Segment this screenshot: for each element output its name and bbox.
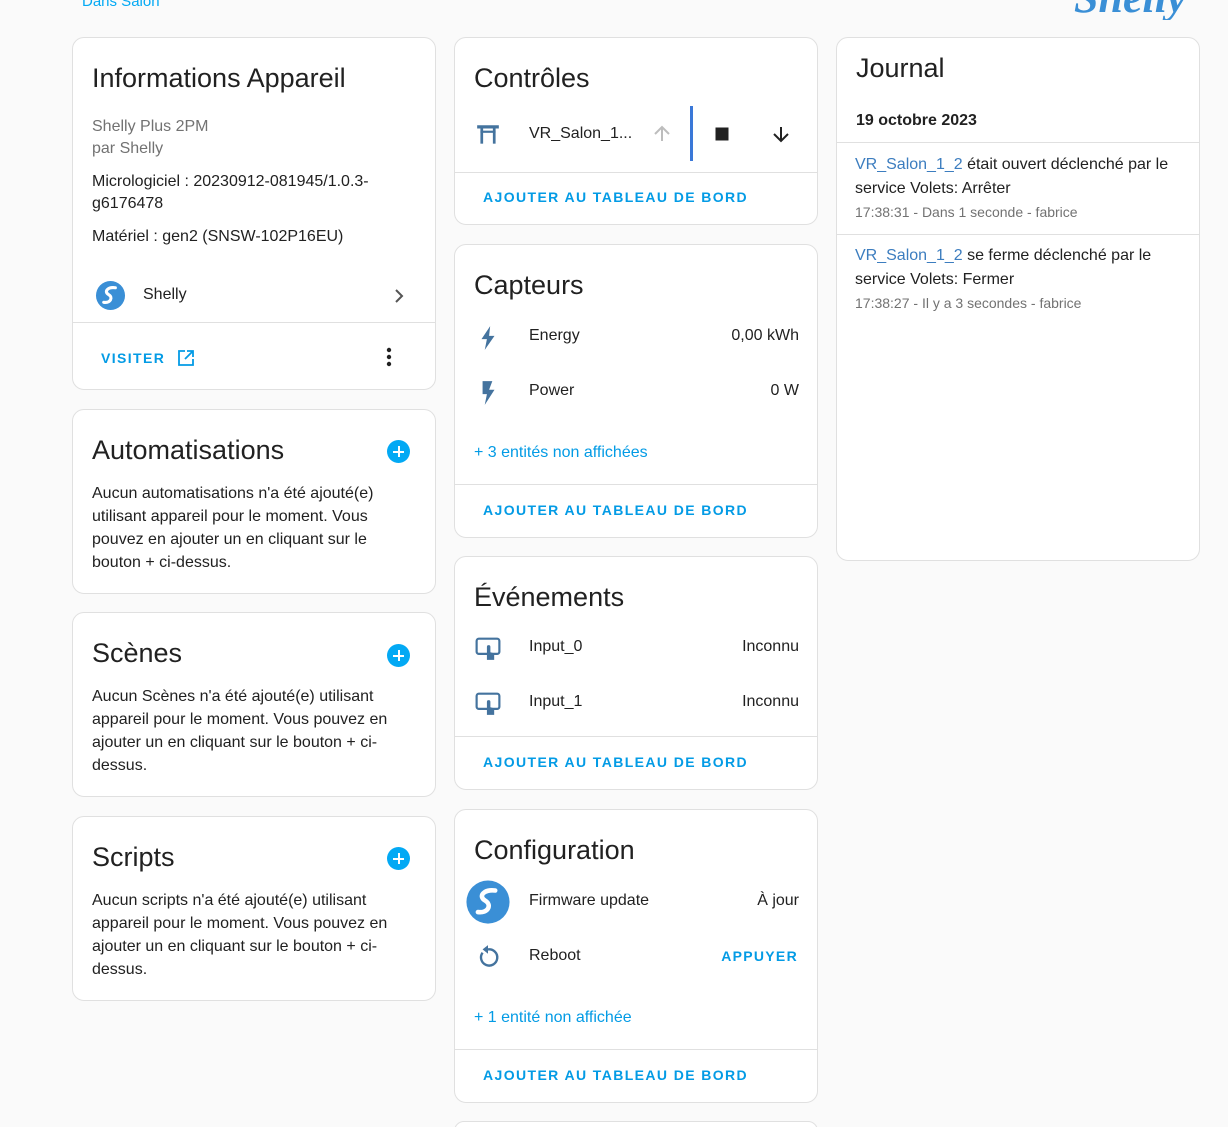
next-card-edge xyxy=(454,1121,818,1127)
open-in-new-icon xyxy=(178,350,195,366)
gesture-tap-button-icon xyxy=(475,692,501,715)
card-divider xyxy=(455,1049,817,1050)
add-automation-button[interactable] xyxy=(387,440,410,463)
card-title: Capteurs xyxy=(474,270,584,300)
event-value: Inconnu xyxy=(742,693,799,710)
card-title: Contrôles xyxy=(474,63,590,93)
logbook-time: 17:38:27 - Il y a 3 secondes - fabrice xyxy=(855,295,1082,311)
sensor-value: 0,00 kWh xyxy=(731,327,799,344)
add-to-dashboard-button[interactable]: AJOUTER AU TABLEAU DE BORD xyxy=(483,754,748,770)
add-script-button[interactable] xyxy=(387,847,410,870)
device-info-card: Informations Appareil Shelly Plus 2PM pa… xyxy=(72,37,436,390)
card-title: Événements xyxy=(474,582,625,612)
card-divider xyxy=(837,234,1199,235)
event-row-input-0[interactable]: Input_0 Inconnu xyxy=(455,625,817,673)
integration-row[interactable]: Shelly xyxy=(73,274,435,322)
cover-entity-row[interactable]: VR_Salon_1... xyxy=(455,106,817,164)
integration-name: Shelly xyxy=(143,286,187,303)
config-value: À jour xyxy=(757,892,799,909)
empty-message: Aucun automatisations n'a été ajouté(e) … xyxy=(92,485,374,571)
logbook-entity-link[interactable]: VR_Salon_1_2 xyxy=(855,156,963,173)
card-divider xyxy=(455,172,817,173)
scenes-card: Scènes Aucun Scènes n'a été ajouté(e) ut… xyxy=(72,612,436,797)
shelly-brand-logo: Shelly xyxy=(1074,0,1187,20)
add-to-dashboard-button[interactable]: AJOUTER AU TABLEAU DE BORD xyxy=(483,189,748,205)
logbook-entity-link[interactable]: VR_Salon_1_2 xyxy=(855,247,963,264)
card-title: Informations Appareil xyxy=(92,63,346,93)
add-scene-button[interactable] xyxy=(387,644,410,667)
device-firmware: Micrologiciel : 20230912-081945/1.0.3-g6… xyxy=(92,173,369,212)
card-divider xyxy=(837,142,1199,143)
more-vertical-icon[interactable] xyxy=(380,346,398,368)
event-label: Input_0 xyxy=(529,638,583,655)
event-label: Input_1 xyxy=(529,693,583,710)
visit-button[interactable]: VISITER xyxy=(101,347,195,369)
logbook-card: Journal 19 octobre 2023 VR_Salon_1_2 éta… xyxy=(836,37,1200,561)
lightning-bolt-icon xyxy=(481,326,495,350)
config-row-reboot: Reboot APPUYER xyxy=(455,932,817,980)
card-title: Scripts xyxy=(92,842,175,872)
brand-logo-text: Shelly xyxy=(1074,0,1187,20)
card-title: Configuration xyxy=(474,835,635,865)
logbook-entry: VR_Salon_1_2 se ferme déclenché par le s… xyxy=(855,244,1181,313)
shelly-logo-icon xyxy=(466,880,510,924)
gesture-tap-button-icon xyxy=(475,637,501,660)
config-label: Reboot xyxy=(529,947,581,964)
window-shutter-icon xyxy=(477,125,499,144)
shelly-logo-icon xyxy=(95,280,126,311)
chevron-right-icon xyxy=(395,289,404,303)
device-manufacturer: par Shelly xyxy=(92,140,164,157)
card-title: Journal xyxy=(856,53,945,83)
config-label: Firmware update xyxy=(529,892,650,909)
card-divider xyxy=(73,322,435,323)
card-divider xyxy=(455,736,817,737)
empty-message: Aucun scripts n'a été ajouté(e) utilisan… xyxy=(92,892,388,978)
scripts-card: Scripts Aucun scripts n'a été ajouté(e) … xyxy=(72,816,436,1001)
area-link[interactable]: Dans Salon xyxy=(82,0,160,10)
empty-message: Aucun Scènes n'a été ajouté(e) utilisant… xyxy=(92,688,388,774)
hidden-entities-link[interactable]: + 3 entités non affichées xyxy=(474,444,648,462)
events-card: Événements Input_0 Inconnu Input_1 Incon… xyxy=(454,556,818,790)
sensor-value: 0 W xyxy=(770,382,799,399)
add-to-dashboard-button[interactable]: AJOUTER AU TABLEAU DE BORD xyxy=(483,1067,748,1083)
add-to-dashboard-button[interactable]: AJOUTER AU TABLEAU DE BORD xyxy=(483,502,748,518)
sensor-label: Power xyxy=(529,382,575,399)
automations-card: Automatisations Aucun automatisations n'… xyxy=(72,409,436,594)
visit-label: VISITER xyxy=(101,350,166,366)
arrow-down-icon[interactable] xyxy=(771,124,791,144)
card-title: Automatisations xyxy=(92,435,285,465)
logbook-time: 17:38:31 - Dans 1 seconde - fabrice xyxy=(855,204,1078,220)
device-hardware: Matériel : gen2 (SNSW-102P16EU) xyxy=(92,228,344,245)
arrow-up-icon[interactable] xyxy=(652,124,672,144)
device-model: Shelly Plus 2PM xyxy=(92,118,209,135)
sensor-label: Energy xyxy=(529,327,580,344)
sensor-row-energy[interactable]: Energy 0,00 kWh xyxy=(455,313,817,361)
hidden-entities-link[interactable]: + 1 entité non affichée xyxy=(474,1009,632,1027)
cover-entity-name: VR_Salon_1... xyxy=(529,125,633,142)
stop-icon[interactable] xyxy=(714,126,730,142)
focus-indicator xyxy=(690,106,693,161)
event-value: Inconnu xyxy=(742,638,799,655)
card-title: Scènes xyxy=(92,638,183,668)
sensors-card: Capteurs Energy 0,00 kWh Power 0 W + 3 e… xyxy=(454,244,818,538)
configuration-card: Configuration Firmware update À jour Reb… xyxy=(454,809,818,1103)
config-row-firmware[interactable]: Firmware update À jour xyxy=(455,877,817,925)
card-divider xyxy=(455,484,817,485)
press-button[interactable]: APPUYER xyxy=(721,948,798,964)
event-row-input-1[interactable]: Input_1 Inconnu xyxy=(455,680,817,728)
logbook-entry: VR_Salon_1_2 était ouvert déclenché par … xyxy=(855,153,1181,222)
restart-icon xyxy=(479,945,499,967)
flash-icon xyxy=(482,381,495,405)
controls-card: Contrôles VR_Salon_1... AJOUTER AU TABLE… xyxy=(454,37,818,225)
sensor-row-power[interactable]: Power 0 W xyxy=(455,368,817,416)
logbook-date: 19 octobre 2023 xyxy=(856,112,977,129)
